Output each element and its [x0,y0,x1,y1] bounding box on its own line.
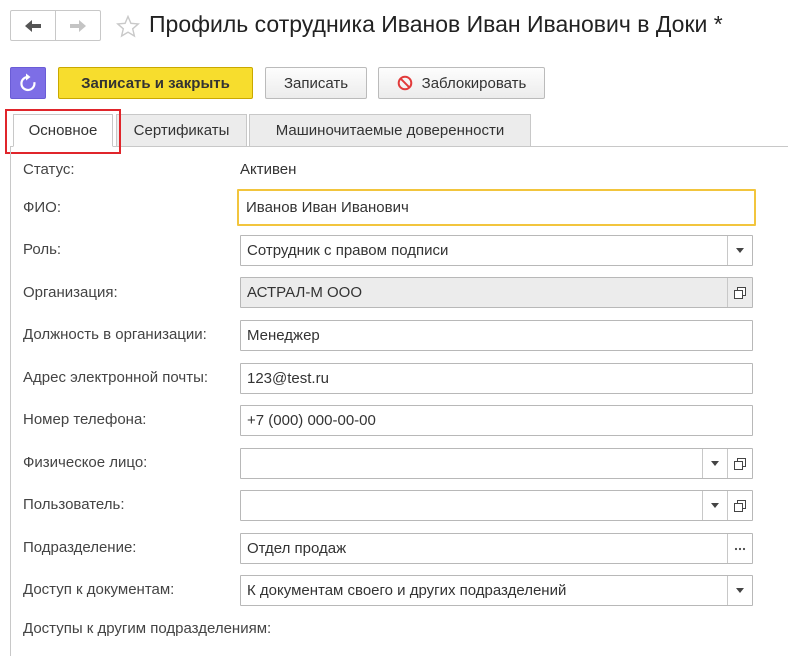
doc-access-dropdown-button[interactable] [727,576,752,605]
panel-border [10,147,11,656]
department-select-button[interactable] [727,534,752,563]
role-value: Сотрудник с правом подписи [247,242,449,259]
chevron-down-icon [736,588,744,593]
save-and-close-button[interactable]: Записать и закрыть [58,67,253,99]
role-dropdown-button[interactable] [727,236,752,265]
position-field[interactable]: Менеджер [240,320,753,351]
department-label: Подразделение: [23,539,137,556]
forward-button[interactable] [55,11,100,40]
email-value: 123@test.ru [247,370,329,387]
role-label: Роль: [23,241,62,258]
position-value: Менеджер [247,327,320,344]
individual-label: Физическое лицо: [23,454,148,471]
status-label: Статус: [23,161,75,178]
phone-label: Номер телефона: [23,411,147,428]
email-field[interactable]: 123@test.ru [240,363,753,394]
tab-machine-readable-poa[interactable]: Машиночитаемые доверенности [249,114,531,147]
open-icon [734,457,746,470]
chevron-down-icon [711,461,719,466]
other-access-label: Доступы к другим подразделениям: [23,620,272,637]
arrow-left-icon [25,19,41,32]
organization-label: Организация: [23,284,118,301]
phone-field[interactable]: +7 (000) 000-00-00 [240,405,753,436]
individual-dropdown-button[interactable] [702,449,727,478]
department-value: Отдел продаж [247,540,347,557]
doc-access-value: К документам своего и других подразделен… [247,582,567,599]
user-field[interactable] [240,490,753,521]
individual-field[interactable] [240,448,753,479]
organization-open-button[interactable] [727,278,752,307]
chevron-down-icon [711,503,719,508]
back-button[interactable] [11,11,55,40]
user-dropdown-button[interactable] [702,491,727,520]
tab-main[interactable]: Основное [13,114,113,147]
favorite-star-icon[interactable] [115,14,141,42]
doc-access-select[interactable]: К документам своего и других подразделен… [240,575,753,606]
chevron-down-icon [736,248,744,253]
email-label: Адрес электронной почты: [23,369,209,386]
organization-value: АСТРАЛ-М ООО [247,284,363,301]
block-button[interactable]: Заблокировать [378,67,545,99]
status-value: Активен [240,161,297,178]
ellipsis-icon [734,547,746,550]
block-icon [397,75,413,91]
refresh-button[interactable] [10,67,46,99]
organization-field[interactable]: АСТРАЛ-М ООО [240,277,753,308]
user-open-button[interactable] [727,491,752,520]
tab-certificates[interactable]: Сертификаты [116,114,247,147]
position-label: Должность в организации: [23,326,207,343]
role-select[interactable]: Сотрудник с правом подписи [240,235,753,266]
navigation-buttons [10,10,101,41]
phone-value: +7 (000) 000-00-00 [247,412,376,429]
refresh-icon [20,73,36,92]
user-label: Пользователь: [23,496,125,513]
fio-label: ФИО: [23,199,62,216]
fio-value: Иванов Иван Иванович [246,199,409,216]
fio-field[interactable]: Иванов Иван Иванович [237,189,756,226]
department-field[interactable]: Отдел продаж [240,533,753,564]
doc-access-label: Доступ к документам: [23,581,175,598]
open-icon [734,286,746,299]
open-icon [734,499,746,512]
individual-open-button[interactable] [727,449,752,478]
arrow-right-icon [70,19,86,32]
save-button[interactable]: Записать [265,67,367,99]
block-button-label: Заблокировать [421,74,527,92]
window-title: Профиль сотрудника Иванов Иван Иванович … [149,11,723,37]
